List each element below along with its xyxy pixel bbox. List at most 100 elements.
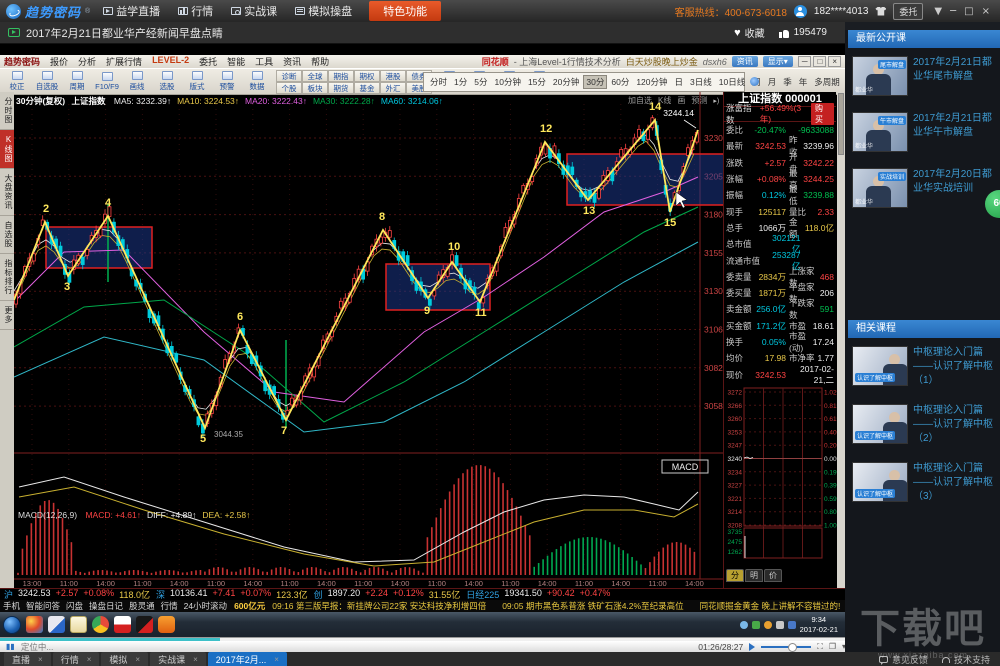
tab-close-icon[interactable]: ×	[87, 655, 92, 664]
tab-close-icon[interactable]: ×	[38, 655, 43, 664]
chart-tool-button[interactable]: 画	[677, 95, 685, 106]
ths-market-button[interactable]: 期指	[328, 70, 354, 82]
period-button[interactable]: 多周期	[811, 75, 843, 89]
ths-window-control[interactable]: ×	[828, 56, 841, 67]
ticker-menu-item[interactable]: 行情	[161, 600, 178, 612]
ths-menu-item[interactable]: 委托	[194, 55, 222, 68]
feature-button[interactable]: 特色功能	[369, 1, 441, 21]
ths-toolbar-button[interactable]: 画线	[122, 70, 152, 94]
tray-icon[interactable]	[764, 621, 772, 629]
chart-tool-button[interactable]: 预测	[691, 95, 707, 106]
chart-tool-button[interactable]: 加自选	[628, 95, 652, 106]
chart-tool-button[interactable]: K线	[658, 95, 671, 106]
ths-toolbar-button[interactable]: 自选股	[32, 70, 62, 94]
mini-chart-tab[interactable]: 价	[764, 569, 782, 582]
tray-icon[interactable]	[752, 621, 760, 629]
tab-close-icon[interactable]: ×	[135, 655, 140, 664]
ticker-menu-item[interactable]: 24小时滚动	[184, 600, 227, 612]
period-button[interactable]: 日	[672, 75, 687, 89]
feedback-button[interactable]: 意见反馈	[879, 653, 928, 666]
ths-display-button[interactable]: 显示▾	[763, 56, 793, 67]
window-control-button[interactable]: ▼	[930, 6, 946, 17]
ths-left-tab[interactable]: K线图	[0, 130, 14, 169]
period-button[interactable]: 30分	[583, 75, 607, 89]
ths-market-button[interactable]: 诊断	[276, 70, 302, 82]
period-button[interactable]: 1分	[451, 75, 470, 89]
media-app-icon[interactable]	[136, 616, 153, 633]
ths-app-icon[interactable]	[158, 616, 175, 633]
ths-left-tab[interactable]: 自选股	[0, 216, 14, 254]
ths-left-tab[interactable]: 大盘资讯	[0, 169, 14, 216]
ticker-news-item[interactable]: 09:05 期市黑色系普涨 铁矿石涨4.2%至纪录高位	[502, 600, 683, 612]
ths-market-button[interactable]: 港股	[380, 70, 406, 82]
speaker-icon[interactable]: ▸)	[713, 97, 719, 105]
ths-menu-item[interactable]: 分析	[73, 55, 101, 68]
period-button[interactable]: 120分钟	[633, 75, 670, 89]
ticker-menu-item[interactable]: 智能问答	[26, 600, 60, 612]
ths-toolbar-button[interactable]: F10/F9	[92, 70, 122, 94]
period-button[interactable]: 季	[780, 75, 795, 89]
nav-item[interactable]: 模拟操盘	[286, 0, 361, 22]
intraday-mini-chart[interactable]: 32721.02%32660.81%32600.61%32530.40%3247…	[724, 386, 837, 564]
favorite-button[interactable]: ♥ 收藏	[734, 25, 765, 40]
window-control-button[interactable]: ×	[978, 6, 994, 17]
mini-chart-tab[interactable]: 明	[745, 569, 763, 582]
ths-toolbar-button[interactable]: 周期	[62, 70, 92, 94]
period-button[interactable]: 5分	[471, 75, 490, 89]
ticker-news-item[interactable]: 09:16 第三版早报：新挂牌公司22家 安达科技净利增四倍	[272, 600, 486, 612]
pause-button-icon[interactable]: ▮▮	[6, 642, 15, 651]
course-item[interactable]: 尾市解盘 都业华 2017年2月21日都业华尾市解盘	[845, 48, 1000, 104]
period-button[interactable]: 60分	[608, 75, 632, 89]
skin-icon[interactable]	[875, 7, 886, 16]
ticker-menu-item[interactable]: 股灵通	[129, 600, 155, 612]
ticker-menu-item[interactable]: 操盘日记	[89, 600, 123, 612]
tray-icon[interactable]	[740, 621, 748, 629]
poker-app-icon[interactable]	[114, 616, 131, 633]
window-control-button[interactable]: ─	[946, 6, 960, 17]
course-item[interactable]: 认识了解中枢 中枢理论入门篇——认识了解中枢（2）	[845, 396, 1000, 454]
ths-window-control[interactable]: □	[813, 56, 826, 67]
session-tab[interactable]: 模拟 ×	[101, 652, 148, 666]
period-button[interactable]: 年	[796, 75, 811, 89]
chrome-icon[interactable]	[92, 616, 109, 633]
session-tab[interactable]: 2017年2月... ×	[208, 652, 287, 666]
quote-scrollbar[interactable]	[837, 92, 845, 588]
session-tab[interactable]: 实战课 ×	[150, 652, 206, 666]
ths-menu-item[interactable]: 工具	[250, 55, 278, 68]
period-settings-icon[interactable]	[750, 77, 759, 86]
volume-icon[interactable]	[749, 643, 755, 651]
ths-menu-item[interactable]: 报价	[45, 55, 73, 68]
ths-toolbar-button[interactable]: 校正	[2, 70, 32, 94]
ths-market-button[interactable]: 期权	[354, 70, 380, 82]
tab-close-icon[interactable]: ×	[274, 655, 279, 664]
ths-menu-item[interactable]: 资讯	[278, 55, 306, 68]
course-item[interactable]: 午市解盘 都业华 2017年2月21日都业华午市解盘	[845, 104, 1000, 160]
buy-button[interactable]: 购买	[811, 103, 834, 125]
session-tab[interactable]: 行情 ×	[53, 652, 100, 666]
entrust-button[interactable]: 委托	[893, 3, 923, 20]
ths-toolbar-button[interactable]: 预警	[212, 70, 242, 94]
notepad-icon[interactable]	[70, 616, 87, 633]
ths-toolbar-button[interactable]: 选股	[152, 70, 182, 94]
fullscreen-icon[interactable]: ⛶	[817, 642, 823, 652]
nav-item[interactable]: 实战课	[222, 0, 286, 22]
ths-menu-item[interactable]: 智能	[222, 55, 250, 68]
tray-icon[interactable]	[776, 621, 784, 629]
ticker-menu-item[interactable]: 手机	[3, 600, 20, 612]
ticker-news-item[interactable]: 同花顺掘金黄金 晚上讲解不容错过的!	[700, 600, 841, 612]
ths-window-control[interactable]: ─	[798, 56, 812, 67]
popout-icon[interactable]: ❐	[829, 642, 836, 651]
ths-left-tab[interactable]: 分时图	[0, 92, 14, 130]
ths-toolbar-button[interactable]: 版式	[182, 70, 212, 94]
nav-item[interactable]: 行情	[169, 0, 222, 22]
tab-close-icon[interactable]: ×	[193, 655, 198, 664]
ticker-menu-item[interactable]: 闪盘	[66, 600, 83, 612]
course-item[interactable]: 实战培训 都业华 2017年2月20日都业华实战培训	[845, 160, 1000, 216]
browser-ball-icon[interactable]	[26, 616, 43, 633]
ths-market-button[interactable]: 全球	[302, 70, 328, 82]
ths-left-tab[interactable]: 更多	[0, 301, 14, 330]
period-button[interactable]: 15分	[525, 75, 549, 89]
window-control-button[interactable]: □	[960, 6, 977, 17]
ths-menu-item[interactable]: 帮助	[306, 55, 334, 68]
pen-tool-icon[interactable]	[48, 616, 65, 633]
